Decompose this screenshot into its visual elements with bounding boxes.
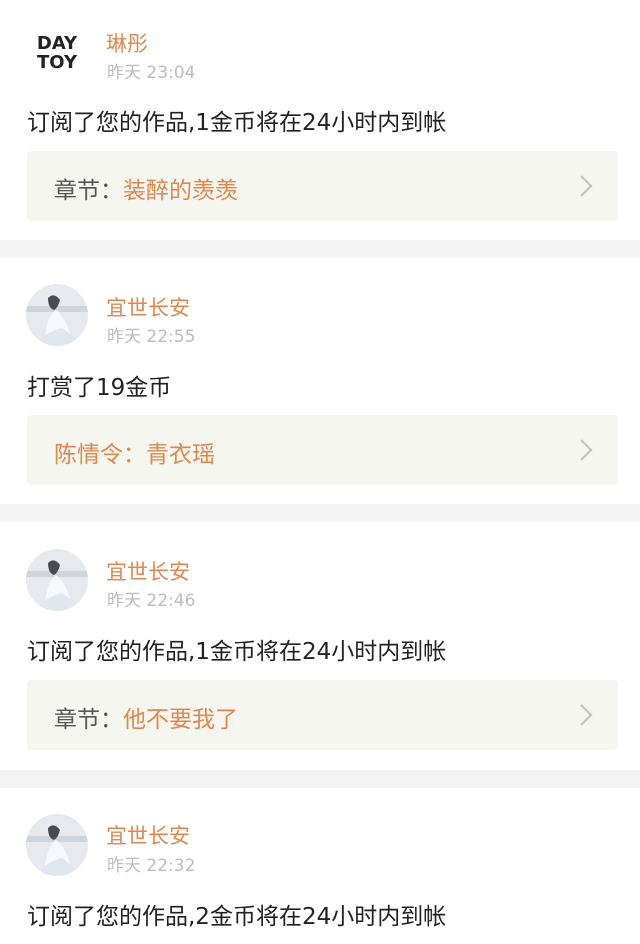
notification-item: 宜世长安 昨天 22:46 订阅了您的作品,1金币将在24小时内到帐 章节：他不… <box>0 522 640 770</box>
timestamp: 昨天 22:46 <box>107 591 196 611</box>
chevron-right-icon <box>580 175 593 197</box>
work-link-card[interactable]: 章节：装醉的羡羡 <box>27 151 618 221</box>
notification-message: 订阅了您的作品,1金币将在24小时内到帐 <box>27 110 447 136</box>
girl-in-white-image-icon <box>26 814 88 876</box>
notification-message: 订阅了您的作品,2金币将在24小时内到帐 <box>27 904 447 930</box>
timestamp: 昨天 22:55 <box>107 327 196 347</box>
work-link-card[interactable]: 章节：他不要我了 <box>27 680 618 750</box>
timestamp: 昨天 22:32 <box>107 856 196 876</box>
work-link-card[interactable]: 陈情令：青衣瑶 <box>27 415 618 485</box>
link-title: 青衣瑶 <box>146 442 215 468</box>
separator <box>0 504 640 522</box>
username[interactable]: 宜世长安 <box>106 820 190 850</box>
work-link-text: 章节：他不要我了 <box>54 700 238 734</box>
notification-item: DAY TOY 琳彤 昨天 23:04 订阅了您的作品,1金币将在24小时内到帐… <box>0 0 640 240</box>
notification-item: 宜世长安 昨天 22:32 订阅了您的作品,2金币将在24小时内到帐 <box>0 788 640 944</box>
username[interactable]: 琳彤 <box>106 28 148 58</box>
link-title: 装醉的羡羡 <box>123 178 238 204</box>
svg-text:TOY: TOY <box>37 52 78 73</box>
avatar[interactable] <box>26 814 88 876</box>
svg-text:DAY: DAY <box>37 33 78 54</box>
work-link-text: 章节：装醉的羡羡 <box>54 171 238 205</box>
separator <box>0 770 640 788</box>
avatar[interactable] <box>26 284 88 346</box>
link-prefix: 章节： <box>54 178 123 204</box>
notification-message: 订阅了您的作品,1金币将在24小时内到帐 <box>27 639 447 665</box>
chevron-right-icon <box>580 704 593 726</box>
girl-in-white-image-icon <box>26 284 88 346</box>
link-prefix: 章节： <box>54 707 123 733</box>
avatar[interactable]: DAY TOY <box>26 22 88 84</box>
chevron-right-icon <box>580 439 593 461</box>
link-title: 他不要我了 <box>123 707 238 733</box>
daytoy-logo-icon: DAY TOY <box>26 22 88 84</box>
girl-in-white-image-icon <box>26 549 88 611</box>
username[interactable]: 宜世长安 <box>106 556 190 586</box>
notification-message: 打赏了19金币 <box>27 375 172 401</box>
separator <box>0 240 640 258</box>
avatar[interactable] <box>26 549 88 611</box>
work-link-text: 陈情令：青衣瑶 <box>54 435 215 469</box>
timestamp: 昨天 23:04 <box>107 63 196 83</box>
username[interactable]: 宜世长安 <box>106 292 190 322</box>
notification-item: 宜世长安 昨天 22:55 打赏了19金币 陈情令：青衣瑶 <box>0 258 640 504</box>
link-prefix: 陈情令： <box>54 442 146 468</box>
